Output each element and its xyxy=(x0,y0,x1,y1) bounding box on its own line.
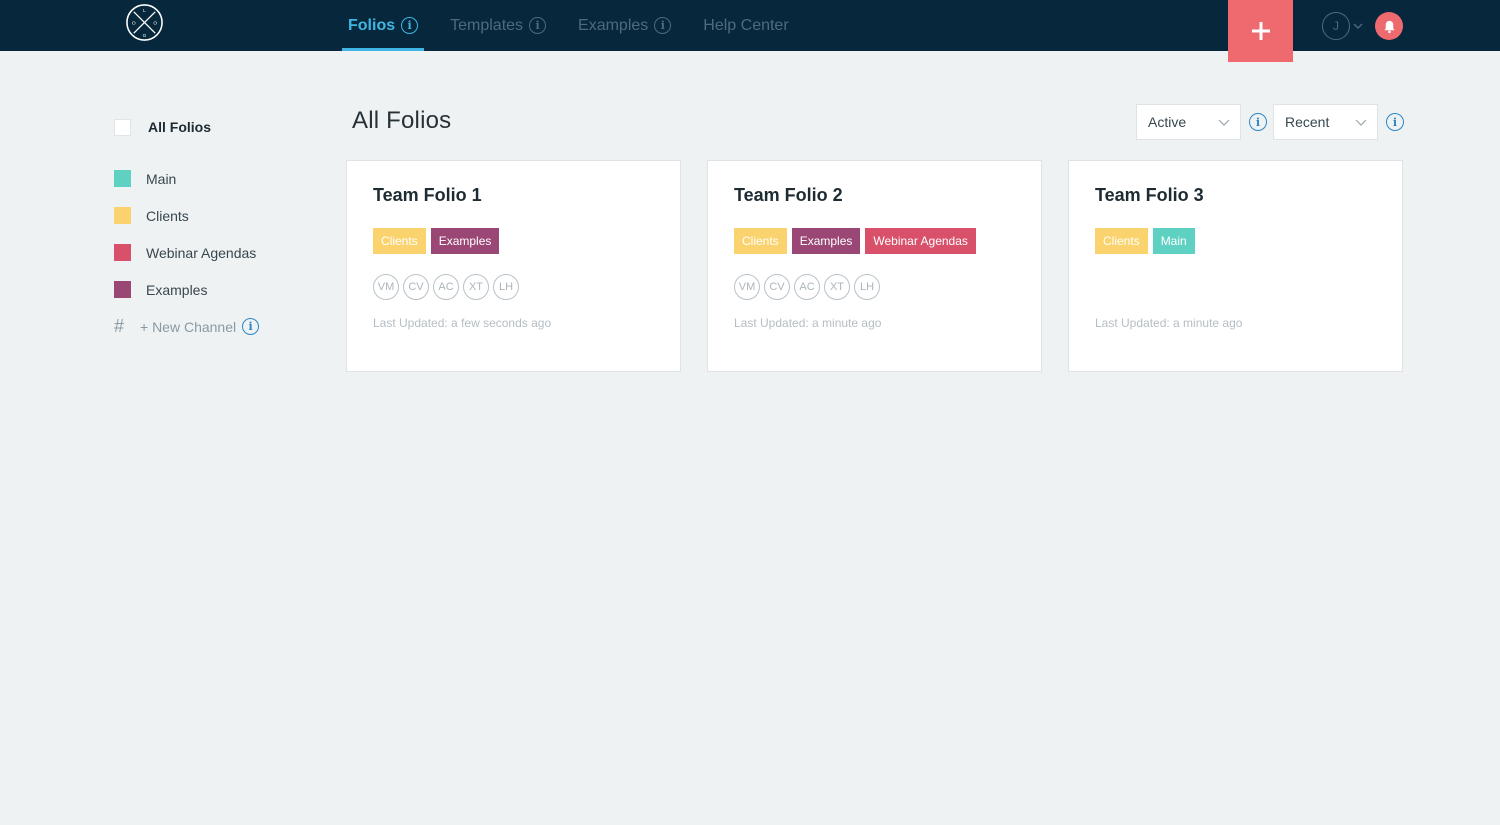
info-icon[interactable]: i xyxy=(242,318,260,335)
sidebar-item-label: All Folios xyxy=(148,119,211,135)
logo-letter-bottom: G xyxy=(143,33,147,39)
member-avatar[interactable]: VM xyxy=(373,274,399,300)
channel-swatch-icon xyxy=(114,244,131,261)
member-avatar[interactable]: CV xyxy=(764,274,790,300)
sidebar-item-clients[interactable]: Clients xyxy=(114,197,314,234)
folio-title: Team Folio 1 xyxy=(373,185,482,205)
sidebar-item-webinar-agendas[interactable]: Webinar Agendas xyxy=(114,234,314,271)
folio-title: Team Folio 2 xyxy=(734,185,843,205)
sidebar-item-main[interactable]: Main xyxy=(114,160,314,197)
info-icon[interactable]: i xyxy=(529,17,547,34)
tag-badge[interactable]: Examples xyxy=(791,228,861,254)
folio-members xyxy=(1095,274,1376,300)
info-icon[interactable]: i xyxy=(401,17,419,34)
sidebar-item-label: Examples xyxy=(146,281,208,298)
tag-badge[interactable]: Clients xyxy=(1095,228,1148,254)
member-avatar[interactable]: LH xyxy=(854,274,880,300)
folio-members: VM CV AC XT LH xyxy=(373,274,654,300)
tag-badge[interactable]: Clients xyxy=(373,228,426,254)
tag-badge[interactable]: Clients xyxy=(734,228,787,254)
member-avatar[interactable]: AC xyxy=(433,274,459,300)
info-icon[interactable]: i xyxy=(1249,113,1267,131)
tab-examples-label: Examples xyxy=(578,16,649,34)
chevron-down-icon xyxy=(1353,23,1363,29)
tab-help-center[interactable]: Help Center xyxy=(697,0,794,51)
tab-folios[interactable]: Folios i xyxy=(342,0,425,51)
info-icon[interactable]: i xyxy=(654,17,672,34)
sort-select[interactable]: Recent xyxy=(1273,104,1378,140)
hash-icon: # xyxy=(114,316,125,336)
tab-templates-label: Templates xyxy=(450,16,524,34)
status-select-value: Active xyxy=(1148,114,1187,130)
folio-tags: Clients Examples Webinar Agendas xyxy=(734,228,1015,254)
sidebar-item-examples[interactable]: Examples xyxy=(114,271,314,308)
folio-card[interactable]: Team Folio 3 Clients Main Last Updated: … xyxy=(1068,160,1403,372)
page-title: All Folios xyxy=(352,107,452,134)
bell-icon xyxy=(1383,20,1395,33)
tab-examples[interactable]: Examples i xyxy=(572,0,677,51)
user-menu[interactable]: J xyxy=(1322,12,1363,40)
logo-icon[interactable]: L O G O xyxy=(125,3,164,42)
member-avatar[interactable]: AC xyxy=(794,274,820,300)
filter-bar: Active i Recent i xyxy=(1136,104,1410,140)
tab-help-center-label: Help Center xyxy=(703,16,789,34)
sidebar-item-label: Webinar Agendas xyxy=(146,244,257,261)
new-channel-link[interactable]: + New Channel xyxy=(140,319,236,335)
last-updated: Last Updated: a minute ago xyxy=(734,316,882,330)
tag-badge[interactable]: Webinar Agendas xyxy=(865,228,976,254)
channel-swatch-icon xyxy=(114,281,131,298)
add-button[interactable] xyxy=(1228,0,1293,62)
member-avatar[interactable]: VM xyxy=(734,274,760,300)
member-avatar[interactable]: XT xyxy=(463,274,489,300)
folio-members: VM CV AC XT LH xyxy=(734,274,1015,300)
folio-card[interactable]: Team Folio 2 Clients Examples Webinar Ag… xyxy=(707,160,1042,372)
new-channel-row: # + New Channel i xyxy=(114,308,314,345)
folio-grid: Team Folio 1 Clients Examples VM CV AC X… xyxy=(346,160,1403,372)
logo-letter-right: O xyxy=(153,20,157,26)
channel-swatch-icon xyxy=(114,207,131,224)
last-updated: Last Updated: a minute ago xyxy=(1095,316,1243,330)
main-nav: Folios i Templates i Examples i Help Cen… xyxy=(342,0,815,51)
plus-icon xyxy=(1251,22,1270,40)
tab-folios-label: Folios xyxy=(348,16,396,34)
channel-swatch-icon xyxy=(114,170,131,187)
member-avatar[interactable]: LH xyxy=(493,274,519,300)
sidebar-item-label: Main xyxy=(146,170,177,187)
last-updated: Last Updated: a few seconds ago xyxy=(373,316,552,330)
chevron-down-icon xyxy=(1218,119,1230,126)
avatar: J xyxy=(1322,12,1350,40)
status-select[interactable]: Active xyxy=(1136,104,1241,140)
top-bar: L O G O Folios i Templates i Examples i … xyxy=(0,0,1500,62)
sidebar: All Folios Main Clients Webinar Agendas … xyxy=(114,110,314,345)
logo-letter-top: L xyxy=(143,8,146,14)
sidebar-item-label: Clients xyxy=(146,207,189,224)
folio-swatch-icon xyxy=(114,118,131,136)
tab-templates[interactable]: Templates i xyxy=(444,0,552,51)
folio-tags: Clients Examples xyxy=(373,228,654,254)
tag-badge[interactable]: Examples xyxy=(430,228,500,254)
tag-badge[interactable]: Main xyxy=(1152,228,1195,254)
sidebar-item-all-folios[interactable]: All Folios xyxy=(114,110,314,144)
folio-card[interactable]: Team Folio 1 Clients Examples VM CV AC X… xyxy=(346,160,681,372)
folio-title: Team Folio 3 xyxy=(1095,185,1204,205)
member-avatar[interactable]: CV xyxy=(403,274,429,300)
chevron-down-icon xyxy=(1355,119,1367,126)
logo-letter-left: O xyxy=(132,20,136,26)
sort-select-value: Recent xyxy=(1285,114,1330,130)
member-avatar[interactable]: XT xyxy=(824,274,850,300)
notifications-button[interactable] xyxy=(1375,12,1403,40)
info-icon[interactable]: i xyxy=(1386,113,1404,131)
folio-tags: Clients Main xyxy=(1095,228,1376,254)
